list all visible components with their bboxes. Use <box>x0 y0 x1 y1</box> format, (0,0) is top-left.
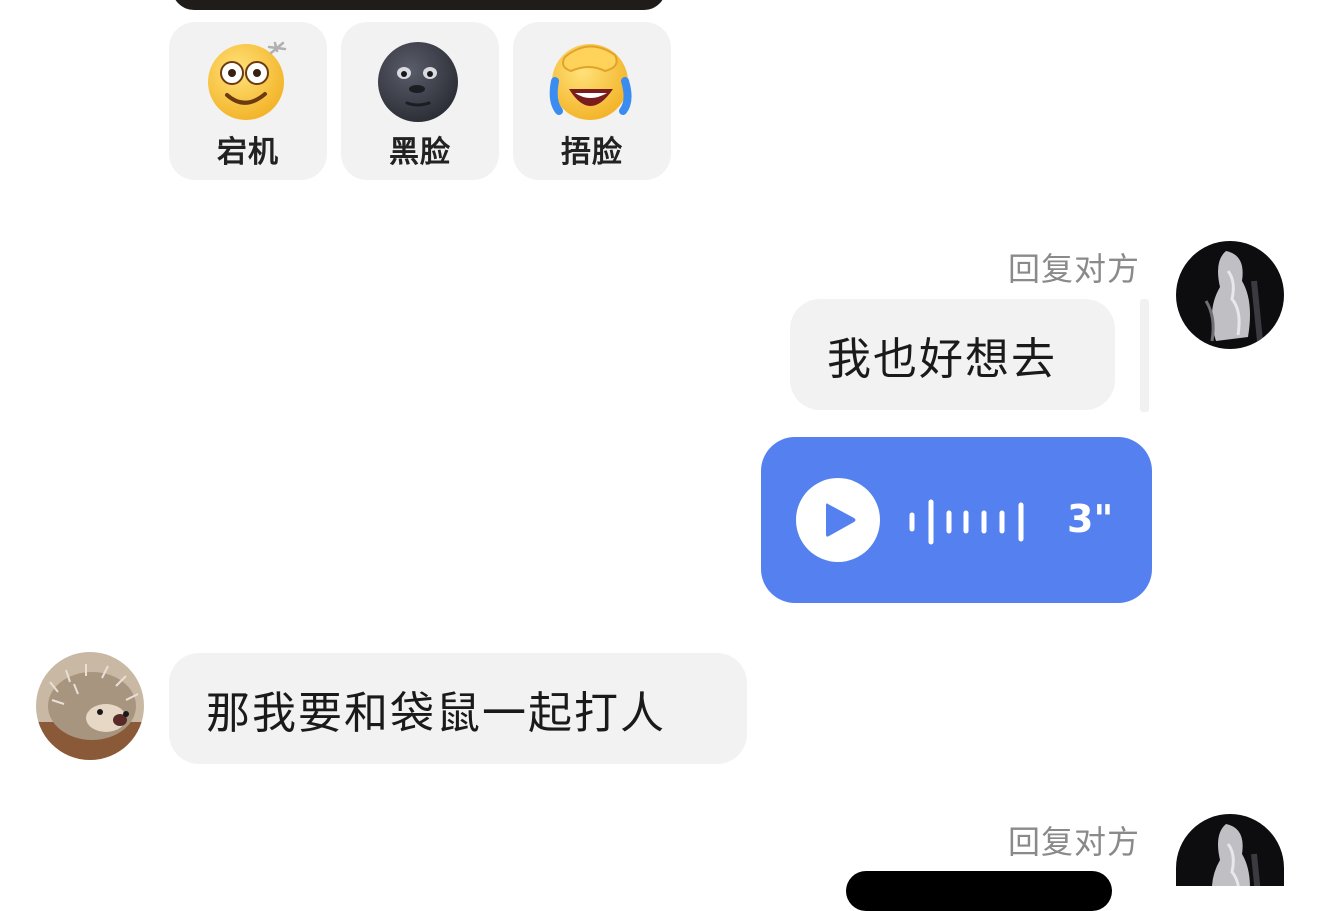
message-bubble[interactable]: 那我要和袋鼠一起打人 <box>169 653 747 764</box>
sticker-label: 宕机 <box>217 135 279 170</box>
message-bubble[interactable]: 我也好想去 <box>790 299 1115 410</box>
avatar-self[interactable] <box>1176 814 1284 886</box>
reply-label[interactable]: 回复对方 <box>1008 244 1140 290</box>
avatar-image <box>1176 814 1284 886</box>
dizzy-face-icon <box>208 41 287 120</box>
sticker-dizzy[interactable]: 宕机 <box>169 22 327 180</box>
waveform-icon <box>909 499 1024 545</box>
avatar-image <box>1176 241 1284 349</box>
voice-duration: 3" <box>1067 497 1114 541</box>
avatar-other[interactable] <box>36 652 144 760</box>
reply-label[interactable]: 回复对方 <box>1008 817 1140 863</box>
reply-indicator-bar <box>1140 299 1149 412</box>
black-face-icon <box>378 42 458 122</box>
avatar-self[interactable] <box>1176 241 1284 349</box>
voice-message[interactable]: 3" <box>761 437 1152 603</box>
message-text: 那我要和袋鼠一起打人 <box>206 687 666 739</box>
avatar-image <box>36 652 144 760</box>
sticker-black-face[interactable]: 黑脸 <box>341 22 499 180</box>
sticker-label: 黑脸 <box>389 135 451 170</box>
play-icon[interactable] <box>796 478 880 562</box>
image-message-top[interactable] <box>172 0 666 10</box>
sticker-facepalm[interactable]: 捂脸 <box>513 22 671 180</box>
facepalm-laugh-icon <box>549 44 632 120</box>
image-message-bottom[interactable] <box>846 871 1112 911</box>
message-text: 我也好想去 <box>827 333 1057 385</box>
sticker-label: 捂脸 <box>561 135 623 170</box>
